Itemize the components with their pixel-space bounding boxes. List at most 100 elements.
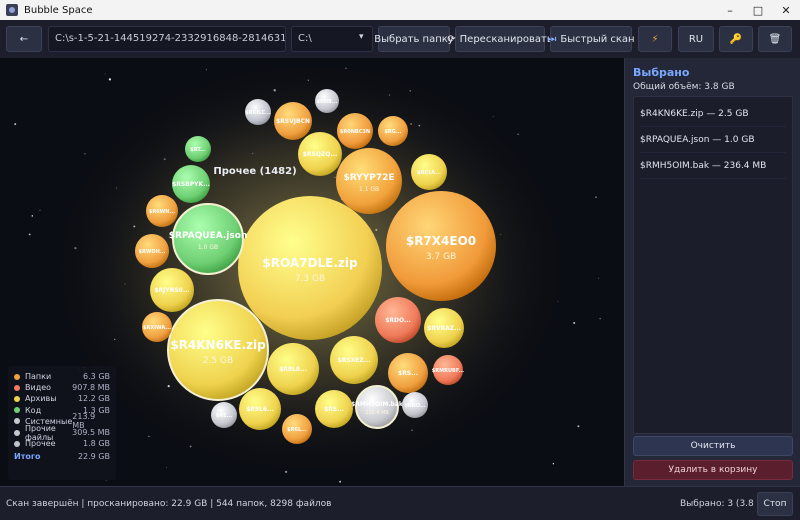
bubble-label: $RVRAZ... [427,325,461,332]
bubble[interactable]: $R9L6... [239,388,281,430]
bubble[interactable]: $RE... [211,402,237,428]
trash-button[interactable]: 🗑 [758,26,792,52]
bubble[interactable]: $RXIWA... [142,312,172,342]
bubble-label: $RS... [398,370,418,377]
bubble[interactable]: $RDO... [375,297,421,343]
legend-item-name: Папки [25,372,52,382]
list-item[interactable]: $R4KN6KE.zip — 2.5 GB [640,101,786,127]
drive-value: C:\ [298,33,312,44]
star-dot [492,115,494,118]
star-dot [595,196,597,198]
bubble-label: $RDO... [385,317,411,324]
bubble[interactable]: $R6WN... [146,195,178,227]
bubble-label: $RS... [324,406,344,413]
bubble[interactable]: $RT... [185,136,211,162]
flash-button[interactable]: ⚡ [638,26,672,52]
bubble-label: $RE1A... [417,170,441,176]
license-button[interactable]: 🔑 [719,26,753,52]
toolbar: ← C:\s-1-5-21-144519274-2332916848-28146… [0,20,800,58]
bubble-label: $RPAQUEA.json [169,231,248,241]
bubble-label: $R4KN6KE.zip [170,338,266,352]
bubble[interactable]: $RWOH... [135,234,169,268]
bubble-size: 236.4 MB [365,410,389,416]
bubble-label: $RMH5OIM.bak [351,401,404,408]
star-dot [552,462,555,465]
star-dot [577,425,580,428]
bubble-label: $R8L8... [279,366,307,373]
drive-select[interactable]: C:\ ▾ [291,26,373,52]
bubble[interactable]: $RYYP72E 1.1 GB [336,148,402,214]
bubble[interactable]: $RS... [388,353,428,393]
selection-list[interactable]: $R4KN6KE.zip — 2.5 GB $RPAQUEA.json — 1.… [633,96,793,434]
star-dot [28,233,31,236]
bubble[interactable]: $ROA7DLE.zip 7.3 GB [238,196,382,340]
chevron-down-icon: ▾ [359,32,364,42]
legend-item-size: 309.5 MB [72,428,110,438]
choose-folder-label: Выбрать папку [374,33,454,45]
legend-dot-icon [14,407,20,414]
bubble[interactable]: $RG... [378,116,408,146]
star-dot [39,209,41,211]
refresh-icon: ⟳ [447,33,456,45]
bubble[interactable]: $RSVJBCN [274,102,312,140]
bubble[interactable]: $R0NBC3N [337,113,373,149]
bubble[interactable]: $R8L8... [267,343,319,395]
stop-button[interactable]: Стоп [757,492,793,516]
legend-item: Видео 907.8 MB [14,382,110,393]
bubble[interactable]: $RSXEZ... [330,336,378,384]
selection-total: Общий объём: 3.8 GB [633,82,735,92]
rescan-button[interactable]: ⟳ Пересканировать [447,26,553,52]
bubble-label: $RMRUBF... [432,368,465,374]
choose-folder-button[interactable]: Выбрать папку [374,26,454,52]
star-dot [104,73,106,75]
star-dot [165,466,167,468]
bubble-size: 1.0 GB [198,244,218,251]
bubble-size: 1.1 GB [359,186,379,193]
status-bar: Скан завершён | просканировано: 22.9 GB … [0,486,800,520]
bubble[interactable]: $R7X4EO0 3.7 GB [386,191,496,301]
bubble[interactable]: $RSQZQ... [298,132,342,176]
bubble-label: $ROA7DLE.zip [262,256,358,270]
list-item[interactable]: $RPAQUEA.json — 1.0 GB [640,127,786,153]
legend-dot-icon [14,418,20,425]
bubble-label: $R6L... [287,427,307,433]
star-dot [108,78,112,81]
selection-title: Выбрано [633,66,690,79]
legend-dot-icon [14,373,20,380]
bubble[interactable]: $R4KN6KE.zip 2.5 GB [167,299,269,401]
bubble-label: $R0NBC3N [340,129,370,135]
bubble[interactable]: $RHB... [315,89,339,113]
close-button[interactable]: ✕ [772,0,800,20]
bubble[interactable]: $RNO... [402,392,428,418]
rescan-label: Пересканировать [459,33,553,45]
bubble[interactable]: $RSBPYK... [172,165,210,203]
clear-button[interactable]: Очистить [633,436,793,456]
bubble-canvas[interactable]: $ROA7DLE.zip 7.3 GB $R7X4EO0 3.7 GB $R4KN6KE… [0,58,624,486]
maximize-button[interactable]: □ [744,0,772,20]
arrow-left-icon: ← [19,33,29,45]
path-field[interactable]: C:\s-1-5-21-144519274-2332916848-2814631… [48,26,286,52]
window-title: Bubble Space [24,4,93,16]
app-icon [6,4,18,16]
bubble[interactable]: $RJYRS0... [150,268,194,312]
back-button[interactable]: ← [6,26,42,52]
trash-icon: 🗑 [768,33,782,45]
other-group-label: Прочее (1482) [213,166,296,177]
bubble-label: $RSVJBCN [276,118,310,125]
legend-dot-icon [14,384,20,391]
bubble-label: $RJYRS0... [154,287,189,294]
move-to-trash-button[interactable]: Удалить в корзину [633,460,793,480]
scan-status: Скан завершён | просканировано: 22.9 GB … [6,499,332,509]
language-button[interactable]: RU [678,26,714,52]
bubble[interactable]: $RKILC... [245,99,271,125]
bubble[interactable]: $R6L... [282,414,312,444]
quick-scan-button[interactable]: ⏭ Быстрый скан [547,26,635,52]
bubble[interactable]: $RS... [315,390,353,428]
minimize-button[interactable]: – [716,0,744,20]
skip-forward-icon: ⏭ [547,33,557,45]
list-item[interactable]: $RMH5OIM.bak — 236.4 MB [640,153,786,179]
bubble[interactable]: $RE1A... [411,154,447,190]
star-dot [31,215,34,217]
bubble[interactable]: $RVRAZ... [424,308,464,348]
quick-scan-label: Быстрый скан [560,33,635,45]
